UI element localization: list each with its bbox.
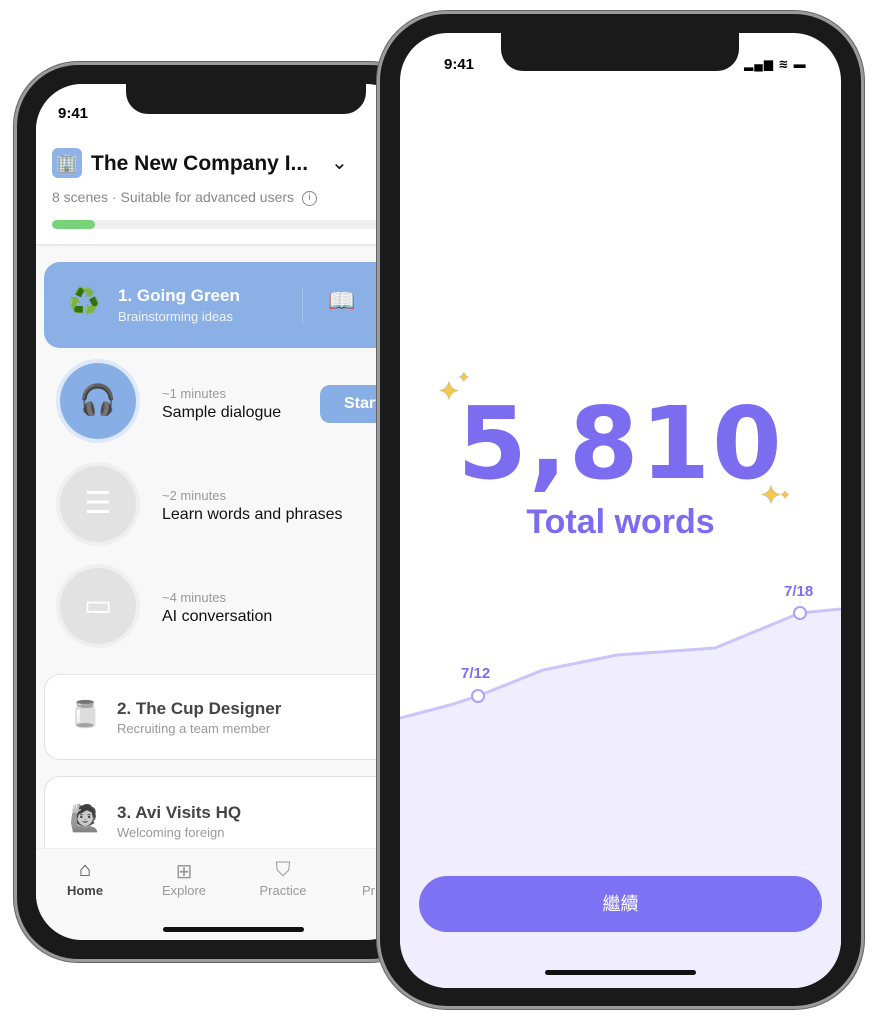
tab-label: Home [66, 883, 104, 898]
tab-label: Practice [259, 883, 307, 898]
course-meta-text: 8 scenes · Suitable for advanced users [52, 189, 295, 205]
right-phone-screen: 9:41 ▂▄▆ ≋ ▬ 7/12 7/18 ✦ ✦ ✦ ✦ 5,810 Tot… [400, 33, 841, 988]
continue-button[interactable]: 繼續 [419, 876, 822, 932]
tab-home[interactable]: ⌂ Home [45, 859, 125, 898]
sparkle-icon: ✦ [458, 369, 470, 385]
chart-point-7-12 [471, 689, 485, 703]
book-icon[interactable]: 📖 [328, 288, 355, 314]
chart-label: 7/18 [784, 583, 814, 600]
jar-icon: 🫙 [69, 699, 102, 729]
chart-label: 7/12 [461, 665, 491, 682]
person-raising-hand-icon: 🙋 [69, 803, 102, 833]
tab-bar: ⌂ Home ⊞ Explore ⛉ Practice Pr [36, 848, 412, 940]
course-meta: 8 scenes · Suitable for advanced users i [52, 189, 318, 206]
scene-subtitle: Brainstorming ideas [118, 309, 233, 324]
step-ai-conversation[interactable]: ▭ [56, 564, 140, 648]
progress-fill [52, 220, 96, 229]
chart-point-7-18 [793, 606, 807, 620]
chat-icon: ▭ [60, 568, 136, 644]
scene-subtitle: Welcoming foreign [117, 825, 225, 840]
headphones-icon: 🎧 [60, 363, 136, 439]
notch [126, 84, 366, 114]
scene-title: 2. The Cup Designer [117, 699, 282, 718]
chevron-down-icon[interactable]: ⌄ [331, 150, 348, 175]
recycle-icon: ♻️ [68, 286, 101, 316]
tab-label: Pr [362, 883, 375, 898]
total-words-label: Total words [526, 503, 715, 541]
step-learn-words[interactable]: ☰ [56, 462, 140, 546]
step-name: AI conversation [162, 608, 273, 625]
scene-subtitle: Recruiting a team member [117, 721, 271, 736]
course-progress-bar [52, 220, 412, 229]
left-phone-screen: 9:41 🏢 The New Company I... ⌄ 8 scenes ·… [36, 84, 412, 940]
building-icon: 🏢 [52, 148, 82, 178]
divider [302, 288, 303, 324]
scene-card-active[interactable]: ♻️ 1. Going Green Brainstorming ideas 📖 [44, 262, 412, 348]
scene-title: 3. Avi Visits HQ [117, 803, 242, 822]
info-icon[interactable]: i [302, 190, 318, 206]
grid-icon: ⊞ [175, 861, 193, 883]
course-title[interactable]: The New Company I... [91, 152, 308, 176]
step-name: Learn words and phrases [162, 506, 343, 523]
tab-practice[interactable]: ⛉ Practice [243, 859, 323, 898]
home-icon: ⌂ [78, 859, 92, 881]
step-duration: ~2 minutes [162, 488, 226, 503]
step-name: Sample dialogue [162, 404, 282, 421]
total-words-count: 5,810 [457, 385, 784, 502]
scene-card[interactable]: 🫙 2. The Cup Designer Recruiting a team … [44, 674, 412, 760]
home-indicator [545, 970, 696, 975]
step-duration: ~1 minutes [162, 386, 226, 401]
list-icon: ☰ [60, 466, 136, 542]
status-time: 9:41 [58, 105, 89, 122]
tab-explore[interactable]: ⊞ Explore [144, 859, 224, 898]
step-duration: ~4 minutes [162, 590, 226, 605]
step-sample-dialogue[interactable]: 🎧 [56, 359, 140, 443]
practice-icon: ⛉ [275, 859, 291, 881]
scene-title: 1. Going Green [118, 286, 240, 305]
home-indicator [163, 927, 304, 932]
tab-label: Explore [161, 883, 207, 898]
